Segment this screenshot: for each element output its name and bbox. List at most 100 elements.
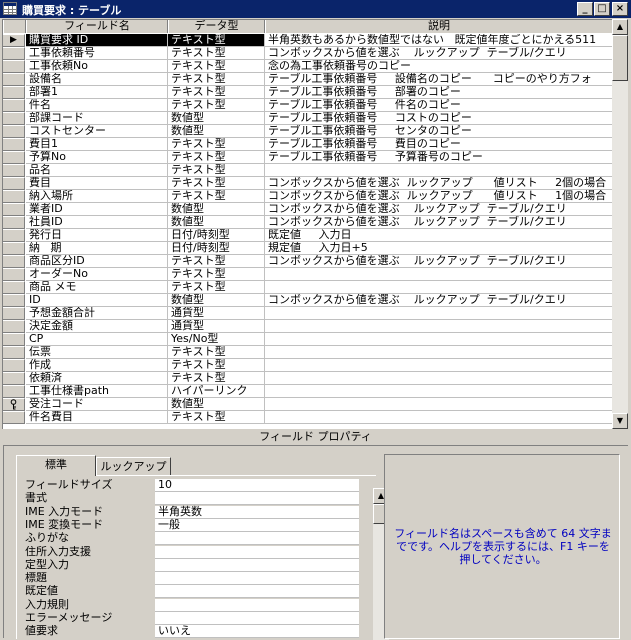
data-type-cell[interactable]: テキスト型 <box>168 268 265 281</box>
data-type-cell[interactable]: テキスト型 <box>168 47 265 60</box>
header-field-name[interactable]: フィールド名 <box>26 20 168 33</box>
field-row[interactable]: ▶ 購買要求 ID テキスト型 半角英数もあるから数値型ではない 既定値年度ごとにかえ… <box>3 34 612 47</box>
field-name-cell[interactable]: 設備名 <box>26 73 168 86</box>
data-type-cell[interactable]: 数値型 <box>168 203 265 216</box>
data-type-cell[interactable]: テキスト型 <box>168 346 265 359</box>
field-name-cell[interactable]: 商品 メモ <box>26 281 168 294</box>
field-name-cell[interactable]: 工事依頼番号 <box>26 47 168 60</box>
field-row[interactable]: 工事依頼番号 テキスト型 コンボックスから値を選ぶ ルックアップ テーブル/クエリ <box>3 47 612 60</box>
data-type-cell[interactable]: テキスト型 <box>168 359 265 372</box>
data-type-cell[interactable]: 通貨型 <box>168 320 265 333</box>
field-row[interactable]: 予算No テキスト型 テーブル工事依頼番号 予算番号のコピー <box>3 151 612 164</box>
field-row[interactable]: 件名 テキスト型 テーブル工事依頼番号 件名のコピー <box>3 99 612 112</box>
description-cell[interactable] <box>265 372 612 385</box>
description-cell[interactable] <box>265 346 612 359</box>
property-value-field[interactable] <box>155 612 359 625</box>
data-type-cell[interactable]: テキスト型 <box>168 164 265 177</box>
property-value-field[interactable]: 10 <box>155 479 359 492</box>
row-selector[interactable] <box>3 333 25 346</box>
row-selector[interactable] <box>3 268 25 281</box>
description-cell[interactable]: コンボックスから値を選ぶ ルックアップ 値リスト 1個の場合 <box>265 190 612 203</box>
field-name-cell[interactable]: 納入場所 <box>26 190 168 203</box>
data-type-cell[interactable]: ハイパーリンク <box>168 385 265 398</box>
field-name-cell[interactable]: 決定金額 <box>26 320 168 333</box>
field-name-cell[interactable]: 件名費目 <box>26 411 168 424</box>
row-selector[interactable] <box>3 60 25 73</box>
description-cell[interactable]: 念の為工事依頼番号のコピー <box>265 60 612 73</box>
close-button[interactable]: × <box>612 2 628 16</box>
description-cell[interactable]: テーブル工事依頼番号 設備名のコピー コピーのやり方フォ <box>265 73 612 86</box>
row-selector[interactable] <box>3 203 25 216</box>
row-selector[interactable] <box>3 216 25 229</box>
field-row[interactable]: 納入場所 テキスト型 コンボックスから値を選ぶ ルックアップ 値リスト 1個の場合 <box>3 190 612 203</box>
description-cell[interactable] <box>265 164 612 177</box>
field-name-cell[interactable]: 商品区分ID <box>26 255 168 268</box>
field-row[interactable]: 商品区分ID テキスト型 コンボックスから値を選ぶ ルックアップ テーブル/クエリ <box>3 255 612 268</box>
property-value-field[interactable] <box>155 558 359 572</box>
row-selector[interactable] <box>3 346 25 359</box>
field-name-cell[interactable]: 予想金額合計 <box>26 307 168 320</box>
description-cell[interactable]: テーブル工事依頼番号 予算番号のコピー <box>265 151 612 164</box>
field-row[interactable]: 作成 テキスト型 <box>3 359 612 372</box>
row-selector[interactable] <box>3 125 25 138</box>
data-type-cell[interactable]: テキスト型 <box>168 60 265 73</box>
row-selector[interactable] <box>3 255 25 268</box>
row-selector[interactable] <box>3 359 25 372</box>
description-cell[interactable] <box>265 281 612 294</box>
description-cell[interactable]: テーブル工事依頼番号 コストのコピー <box>265 112 612 125</box>
description-cell[interactable]: 半角英数もあるから数値型ではない 既定値年度ごとにかえる511 <box>265 34 612 47</box>
data-type-cell[interactable]: テキスト型 <box>168 372 265 385</box>
tab-general[interactable]: 標準 <box>16 455 96 476</box>
row-selector[interactable] <box>3 294 25 307</box>
data-type-cell[interactable]: テキスト型 <box>168 138 265 151</box>
field-name-cell[interactable]: 費目1 <box>26 138 168 151</box>
field-row[interactable]: 件名費目 テキスト型 <box>3 411 612 424</box>
data-type-cell[interactable]: 数値型 <box>168 294 265 307</box>
row-selector[interactable] <box>3 138 25 151</box>
minimize-button[interactable]: _ <box>577 2 593 16</box>
row-selector[interactable] <box>3 307 25 320</box>
description-cell[interactable] <box>265 333 612 346</box>
field-name-cell[interactable]: 納 期 <box>26 242 168 255</box>
field-name-cell[interactable]: 件名 <box>26 99 168 112</box>
field-name-cell[interactable]: 社員ID <box>26 216 168 229</box>
property-value-field[interactable] <box>155 598 359 612</box>
data-type-cell[interactable]: 通貨型 <box>168 307 265 320</box>
row-selector[interactable] <box>3 86 25 99</box>
field-row[interactable]: 工事依頼No テキスト型 念の為工事依頼番号のコピー <box>3 60 612 73</box>
data-type-cell[interactable]: テキスト型 <box>168 411 265 424</box>
field-name-cell[interactable]: 品名 <box>26 164 168 177</box>
property-value-field[interactable]: いいえ <box>155 625 359 639</box>
field-name-cell[interactable]: 業者ID <box>26 203 168 216</box>
field-row[interactable]: 受注コード 数値型 <box>3 398 612 411</box>
data-type-cell[interactable]: テキスト型 <box>168 281 265 294</box>
property-value-field[interactable] <box>155 545 359 559</box>
field-row[interactable]: 伝票 テキスト型 <box>3 346 612 359</box>
field-row[interactable]: ID 数値型 コンボックスから値を選ぶ ルックアップ テーブル/クエリ <box>3 294 612 307</box>
data-type-cell[interactable]: テキスト型 <box>168 99 265 112</box>
row-selector[interactable] <box>3 242 25 255</box>
description-cell[interactable] <box>265 359 612 372</box>
row-selector[interactable] <box>3 229 25 242</box>
field-row[interactable]: 費目 テキスト型 コンボックスから値を選ぶ ルックアップ 値リスト 2個の場合 <box>3 177 612 190</box>
field-row[interactable]: 部署1 テキスト型 テーブル工事依頼番号 部署のコピー <box>3 86 612 99</box>
data-type-cell[interactable]: テキスト型 <box>168 255 265 268</box>
description-cell[interactable]: コンボックスから値を選ぶ ルックアップ 値リスト 2個の場合 <box>265 177 612 190</box>
field-row[interactable]: 社員ID 数値型 コンボックスから値を選ぶ ルックアップ テーブル/クエリ <box>3 216 612 229</box>
data-type-cell[interactable]: テキスト型 <box>168 190 265 203</box>
header-description[interactable]: 説明 <box>265 20 612 33</box>
description-cell[interactable] <box>265 307 612 320</box>
row-selector[interactable] <box>3 385 25 398</box>
field-row[interactable]: 依頼済 テキスト型 <box>3 372 612 385</box>
description-cell[interactable]: コンボックスから値を選ぶ ルックアップ テーブル/クエリ <box>265 203 612 216</box>
scroll-thumb[interactable] <box>612 35 628 81</box>
description-cell[interactable] <box>265 411 612 424</box>
field-name-cell[interactable]: 予算No <box>26 151 168 164</box>
row-selector[interactable] <box>3 190 25 203</box>
tab-lookup[interactable]: ルックアップ <box>96 457 171 476</box>
description-cell[interactable] <box>265 320 612 333</box>
description-cell[interactable] <box>265 385 612 398</box>
row-selector[interactable] <box>3 47 25 60</box>
data-type-cell[interactable]: テキスト型 <box>168 86 265 99</box>
field-name-cell[interactable]: 費目 <box>26 177 168 190</box>
